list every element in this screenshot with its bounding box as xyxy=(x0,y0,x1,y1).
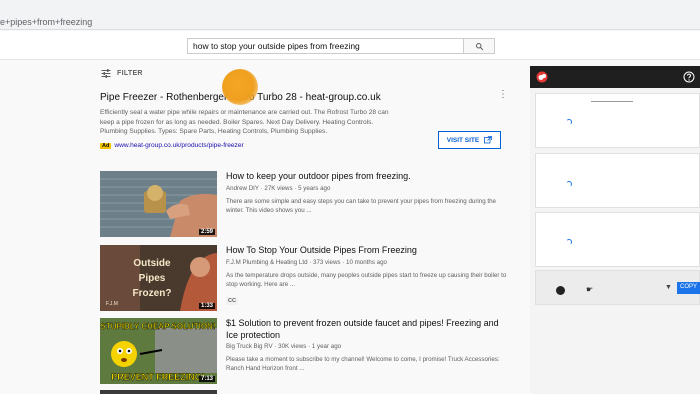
help-icon[interactable] xyxy=(683,71,695,83)
extension-card[interactable] xyxy=(535,153,700,208)
video-meta: F.J.M Plumbing & Heating Ltd · 373 views… xyxy=(226,258,387,266)
ad-badge: Ad xyxy=(100,142,112,149)
video-description: There are some simple and easy steps you… xyxy=(226,197,496,214)
search-input[interactable] xyxy=(187,38,464,54)
video-info: How to keep your outdoor pipes from free… xyxy=(226,171,508,215)
cursor-highlight xyxy=(222,69,258,105)
video-duration: 7:13 xyxy=(198,376,215,382)
video-thumbnail[interactable]: STUPIDLY CHEAP SOLUTION! PREVENT FREEZIN… xyxy=(100,318,217,384)
ad-url-row: Ad www.heat-group.co.uk/products/pipe-fr… xyxy=(100,142,244,149)
extension-controls: ☛ ▼ xyxy=(535,270,700,305)
ad-title[interactable]: Pipe Freezer - Rothenberger Rofro Turbo … xyxy=(100,92,510,103)
loading-spinner-icon xyxy=(566,239,572,245)
video-thumbnail[interactable]: 2:59 xyxy=(100,171,217,237)
video-info: $1 Solution to prevent frozen outside fa… xyxy=(226,318,508,373)
address-text: e+pipes+from+freezing xyxy=(0,17,93,27)
video-duration: 2:59 xyxy=(198,229,215,235)
visit-site-label: VISIT SITE xyxy=(446,136,480,144)
video-thumbnail-partial[interactable] xyxy=(100,390,217,394)
extension-card[interactable] xyxy=(535,212,700,267)
video-title[interactable]: $1 Solution to prevent frozen outside fa… xyxy=(226,318,508,341)
filter-label: FILTER xyxy=(117,70,143,77)
video-thumbnail[interactable]: Outside Pipes Frozen? F.J.M 1:33 xyxy=(100,245,217,311)
external-link-icon xyxy=(484,136,493,144)
thumbnail-text: Frozen? xyxy=(133,288,172,299)
video-meta: Big Truck Big RV · 30K views · 1 year ag… xyxy=(226,343,342,350)
thumbnail-text: PREVENT FREEZING! xyxy=(111,372,205,382)
thumbnail-image: STUPIDLY CHEAP SOLUTION! PREVENT FREEZIN… xyxy=(100,318,217,384)
video-title[interactable]: How to keep your outdoor pipes from free… xyxy=(226,171,508,183)
record-icon[interactable] xyxy=(556,286,565,295)
search-button[interactable] xyxy=(464,38,495,54)
thumbnail-text: STUPIDLY CHEAP SOLUTION! xyxy=(101,322,216,331)
video-info: How To Stop Your Outside Pipes From Free… xyxy=(226,245,508,307)
video-result[interactable]: Outside Pipes Frozen? F.J.M 1:33 How To … xyxy=(100,245,510,311)
video-description: As the temperature drops outside, many p… xyxy=(226,271,507,288)
video-result[interactable]: 2:59 How to keep your outdoor pipes from… xyxy=(100,171,510,237)
filter-icon xyxy=(101,69,111,78)
search-icon xyxy=(475,42,483,50)
thumbnail-brand: F.J.M xyxy=(106,301,118,307)
thumbnail-image xyxy=(100,171,217,237)
mouse-pointer-icon: ☛ xyxy=(586,285,594,294)
video-meta: Andrew DIY · 27K views · 5 years ago xyxy=(226,184,331,192)
chevron-down-icon[interactable]: ▼ xyxy=(665,284,672,291)
extension-logo-icon xyxy=(536,71,548,83)
video-result[interactable]: STUPIDLY CHEAP SOLUTION! PREVENT FREEZIN… xyxy=(100,318,510,384)
more-options-icon[interactable]: ⋮ xyxy=(498,90,508,100)
visit-site-button[interactable]: VISIT SITE xyxy=(438,131,501,149)
thumbnail-text: Pipes xyxy=(139,273,166,284)
extension-card[interactable] xyxy=(535,93,700,148)
video-duration: 1:33 xyxy=(198,303,215,309)
video-description: Please take a moment to subscribe to my … xyxy=(226,356,500,372)
thumbnail-image: Outside Pipes Frozen? F.J.M xyxy=(100,245,217,311)
filter-button[interactable]: FILTER xyxy=(101,69,143,78)
loading-spinner-icon xyxy=(566,119,572,125)
ad-url[interactable]: www.heat-group.co.uk/products/pipe-freez… xyxy=(114,142,243,149)
loading-spinner-icon xyxy=(566,181,572,187)
thumbnail-text: Outside xyxy=(133,258,171,269)
copy-button[interactable]: COPY xyxy=(677,282,700,294)
ad-result: Pipe Freezer - Rothenberger Rofro Turbo … xyxy=(100,90,510,149)
browser-toolbar: e+pipes+from+freezing xyxy=(0,0,700,30)
extension-header xyxy=(530,66,700,88)
ad-description: Efficiently seal a water pipe while repa… xyxy=(100,109,389,135)
card-divider xyxy=(591,101,633,102)
address-bar[interactable]: e+pipes+from+freezing xyxy=(0,12,700,28)
cc-badge: CC xyxy=(226,296,238,305)
video-title[interactable]: How To Stop Your Outside Pipes From Free… xyxy=(226,245,508,257)
